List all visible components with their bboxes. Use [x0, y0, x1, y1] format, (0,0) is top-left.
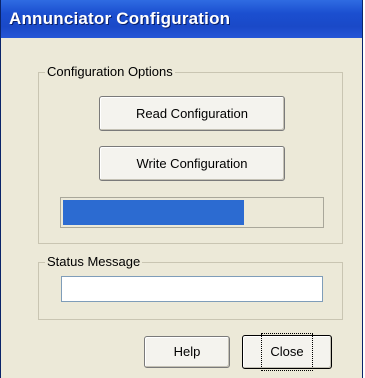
read-configuration-button[interactable]: Read Configuration [99, 96, 285, 131]
progress-bar-fill [63, 200, 244, 225]
write-configuration-button[interactable]: Write Configuration [99, 146, 285, 181]
window-title: Annunciator Configuration [9, 9, 231, 28]
close-label: Close [261, 333, 313, 371]
status-message-field[interactable] [61, 276, 323, 302]
progress-bar [60, 197, 324, 228]
configuration-options-label: Configuration Options [45, 64, 175, 79]
title-bar[interactable]: Annunciator Configuration [1, 0, 362, 38]
help-button[interactable]: Help [144, 336, 230, 368]
write-configuration-label: Write Configuration [136, 156, 248, 171]
read-configuration-label: Read Configuration [135, 106, 249, 121]
dialog-window: Annunciator Configuration Configuration … [0, 0, 363, 378]
status-message-label: Status Message [45, 254, 143, 269]
close-button[interactable]: Close [242, 333, 332, 371]
help-label: Help [173, 344, 201, 359]
